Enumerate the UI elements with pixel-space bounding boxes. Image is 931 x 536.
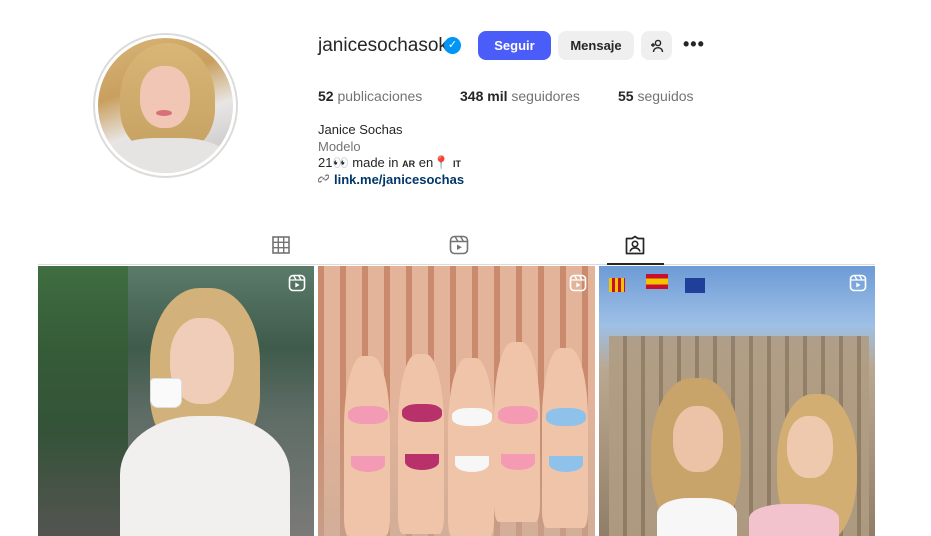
tile-swimsuit [546, 408, 586, 426]
tile-figure [344, 356, 390, 536]
tab-divider [38, 264, 875, 265]
tile-swimsuit [498, 406, 538, 424]
followers-count[interactable]: 348 mil seguidores [460, 88, 580, 104]
tile-swimsuit [351, 456, 385, 472]
following-count[interactable]: 55 seguidos [618, 88, 694, 104]
bio-country-ar: AR [402, 159, 416, 169]
reel-badge-icon [569, 274, 587, 292]
tile-swimsuit [501, 454, 535, 470]
avatar-hoodie [108, 138, 228, 173]
follow-button[interactable]: Seguir [478, 31, 551, 60]
reel-badge-icon [849, 274, 867, 292]
reel-badge-icon [288, 274, 306, 292]
bio-prefix: 21👀 made in [318, 155, 399, 170]
tile-swimsuit [455, 456, 489, 472]
avatar-lips [156, 110, 172, 116]
add-user-icon [650, 39, 663, 52]
tile-swimsuit [402, 404, 442, 422]
tile-swimsuit [405, 454, 439, 470]
tagged-icon [625, 235, 645, 255]
profile-link-text[interactable]: link.me/janicesochas [334, 172, 464, 187]
grid-icon [272, 236, 290, 254]
post-tile[interactable] [38, 266, 314, 536]
followers-count-label: seguidores [511, 88, 580, 104]
tile-coffee-cup [150, 378, 182, 408]
link-chain-icon [317, 172, 330, 187]
tile-figure [398, 354, 444, 534]
followers-count-value: 348 mil [460, 88, 508, 104]
tile-figure-body [657, 498, 737, 536]
posts-count-label: publicaciones [337, 88, 423, 104]
tile-flag [685, 278, 705, 293]
bio-mid: en📍 [418, 155, 450, 170]
tile-swimsuit [348, 406, 388, 424]
posts-count-value: 52 [318, 88, 334, 104]
profile-link[interactable]: link.me/janicesochas [317, 172, 464, 187]
posts-count: 52 publicaciones [318, 88, 422, 104]
following-count-value: 55 [618, 88, 634, 104]
avatar-image [98, 38, 233, 173]
tile-swimsuit [549, 456, 583, 472]
profile-avatar[interactable] [93, 33, 238, 178]
following-count-label: seguidos [637, 88, 694, 104]
add-user-button[interactable] [641, 31, 672, 60]
profile-bio: 21👀 made in AR en📍 IT [318, 155, 461, 171]
tile-figure-body [120, 416, 290, 536]
post-tile[interactable] [599, 266, 875, 536]
tile-figure [448, 358, 494, 536]
avatar-face [140, 66, 190, 128]
profile-category: Modelo [318, 139, 361, 154]
tab-reels[interactable] [448, 234, 470, 256]
tile-flag [646, 274, 668, 289]
verified-badge-icon: ✓ [444, 37, 461, 54]
bio-country-it: IT [453, 159, 462, 169]
tab-posts[interactable] [270, 234, 292, 256]
tab-tagged[interactable] [624, 234, 646, 256]
tile-figure-body [749, 504, 839, 536]
tile-swimsuit [452, 408, 492, 426]
more-options-icon[interactable]: ••• [683, 34, 705, 55]
reels-icon [449, 235, 469, 255]
tile-figure-face [787, 416, 833, 478]
tile-plants [38, 266, 128, 536]
profile-username: janicesochasok [318, 35, 448, 56]
tile-figure [494, 342, 540, 522]
tile-figure [542, 348, 588, 528]
profile-full-name: Janice Sochas [318, 122, 403, 137]
tab-active-indicator [607, 263, 664, 265]
tile-flag [609, 278, 625, 292]
post-tile[interactable] [318, 266, 595, 536]
message-button[interactable]: Mensaje [558, 31, 634, 60]
tile-figure-face [673, 406, 723, 472]
